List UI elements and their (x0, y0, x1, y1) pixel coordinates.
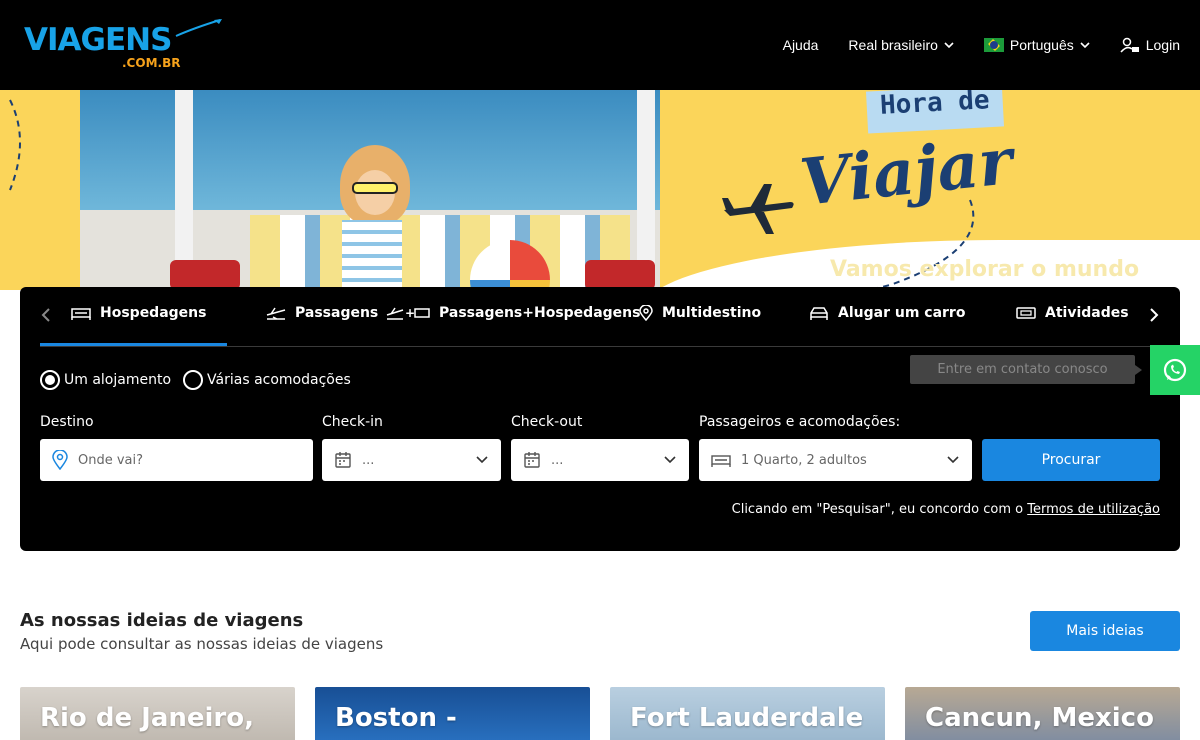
whatsapp-icon (1163, 358, 1187, 382)
language-label: Português (1009, 37, 1074, 53)
taillight-decor (170, 260, 240, 290)
tab-hospedagens[interactable]: Hospedagens (70, 305, 206, 321)
contact-tooltip: Entre em contato conosco (910, 355, 1142, 384)
tab-passagens-hospedagens[interactable]: + Passagens+Hospedagens (385, 305, 640, 321)
terms-link[interactable]: Termos de utilização (1027, 502, 1160, 517)
card-title: Rio de Janeiro, (40, 703, 254, 733)
login-label: Login (1145, 37, 1180, 53)
logo-text: VIAGENS (24, 22, 172, 58)
logo-subtext: .COM.BR (122, 56, 181, 70)
hero-photo (80, 90, 660, 290)
bed-icon (711, 455, 731, 467)
chevron-down-icon (664, 456, 676, 464)
logo-plane-icon (175, 19, 222, 37)
more-ideas-button[interactable]: Mais ideias (1030, 611, 1180, 651)
checkout-field[interactable]: ... (511, 439, 689, 481)
help-label: Ajuda (782, 37, 819, 53)
tab-label: Passagens+Hospedagens (439, 305, 641, 321)
hero-banner: Hora de Viajar Vamos explorar o mundo (0, 90, 1200, 290)
ticket-icon (1016, 307, 1036, 319)
tab-label: Atividades (1045, 305, 1129, 321)
hero-subtitle: Vamos explorar o mundo (830, 257, 1140, 282)
currency-selector[interactable]: Real brasileiro (848, 37, 954, 53)
checkout-label: Check-out (511, 414, 583, 430)
dashed-path-decor (9, 99, 21, 191)
radio-label: Várias acomodações (207, 372, 351, 388)
svg-text:+: + (405, 306, 415, 320)
chevron-down-icon (1080, 42, 1090, 49)
plane-icon (266, 307, 286, 320)
search-panel: Hospedagens Passagens + Passagens+Hosped… (20, 287, 1180, 551)
tab-atividades[interactable]: Atividades (1015, 305, 1129, 321)
tab-label: Multidestino (662, 305, 762, 321)
radio-checked-icon (40, 370, 60, 390)
plane-bed-icon: + (386, 306, 430, 320)
ideas-title: As nossas ideias de viagens (20, 610, 304, 631)
accommodation-type: Um alojamento Várias acomodações (40, 370, 351, 390)
bed-icon (71, 308, 91, 320)
tab-passagens[interactable]: Passagens (265, 305, 378, 321)
idea-card-fort-lauderdale[interactable]: Fort Lauderdale (610, 687, 885, 740)
card-title: Boston - (335, 703, 457, 733)
chevron-down-icon (947, 456, 959, 464)
radio-single-accommodation[interactable]: Um alojamento (40, 370, 171, 390)
site-logo[interactable]: VIAGENS .COM.BR (24, 18, 224, 74)
tab-label: Hospedagens (100, 305, 207, 321)
tab-alugar-carro[interactable]: Alugar um carro (808, 305, 965, 321)
guests-label: Passageiros e acomodações: (699, 414, 901, 430)
tab-label: Alugar um carro (838, 305, 966, 321)
child-dress-decor (342, 220, 402, 290)
destination-field[interactable]: Onde vai? (40, 439, 313, 481)
card-title: Cancun, Mexico (925, 703, 1154, 733)
search-button[interactable]: Procurar (982, 439, 1160, 481)
idea-card-rio[interactable]: Rio de Janeiro, (20, 687, 295, 740)
card-title: Fort Lauderdale (630, 703, 864, 733)
whatsapp-button[interactable] (1150, 345, 1200, 395)
destination-placeholder: Onde vai? (78, 452, 144, 468)
top-header: VIAGENS .COM.BR Ajuda Real brasileiro Po… (0, 0, 1200, 90)
language-selector[interactable]: Português (983, 37, 1090, 53)
tab-multidestino[interactable]: Multidestino (638, 305, 761, 321)
destination-label: Destino (40, 414, 94, 430)
guests-field[interactable]: 1 Quarto, 2 adultos (699, 439, 972, 481)
car-icon (810, 307, 828, 320)
help-link[interactable]: Ajuda (783, 37, 819, 53)
terms-text: Clicando em "Pesquisar", eu concordo com… (731, 502, 1028, 517)
tab-label: Passagens (295, 305, 379, 321)
main-nav: Ajuda Real brasileiro Português Login (783, 0, 1180, 90)
terms-notice: Clicando em "Pesquisar", eu concordo com… (732, 502, 1160, 517)
ideas-cards: Rio de Janeiro, Boston - Fort Lauderdale… (20, 687, 1180, 740)
currency-label: Real brasileiro (848, 37, 938, 53)
checkin-field[interactable]: ... (322, 439, 501, 481)
radio-multiple-accommodations[interactable]: Várias acomodações (183, 370, 351, 390)
ideas-subtitle: Aqui pode consultar as nossas ideias de … (20, 635, 384, 653)
car-trunk-decor (175, 90, 655, 290)
login-link[interactable]: Login (1120, 37, 1180, 53)
guests-value: 1 Quarto, 2 adultos (741, 452, 867, 468)
active-tab-indicator (40, 343, 227, 346)
checkin-label: Check-in (322, 414, 383, 430)
radio-label: Um alojamento (64, 372, 172, 388)
calendar-icon (524, 452, 540, 468)
chevron-right-icon[interactable] (1148, 307, 1160, 323)
radio-unchecked-icon (183, 370, 204, 390)
user-lock-icon (1120, 37, 1139, 53)
chevron-down-icon (944, 42, 954, 49)
brazil-flag-icon (983, 38, 1004, 52)
search-tabs: Hospedagens Passagens + Passagens+Hosped… (40, 287, 1160, 347)
checkout-value: ... (551, 452, 564, 468)
chevron-down-icon (476, 456, 488, 464)
sunglasses-decor (352, 182, 398, 194)
checkin-value: ... (362, 452, 375, 468)
calendar-icon (335, 452, 351, 468)
idea-card-cancun[interactable]: Cancun, Mexico (905, 687, 1180, 740)
idea-card-boston[interactable]: Boston - (315, 687, 590, 740)
map-pin-icon (52, 450, 68, 470)
taillight-decor (585, 260, 655, 290)
map-pin-icon (639, 305, 653, 321)
